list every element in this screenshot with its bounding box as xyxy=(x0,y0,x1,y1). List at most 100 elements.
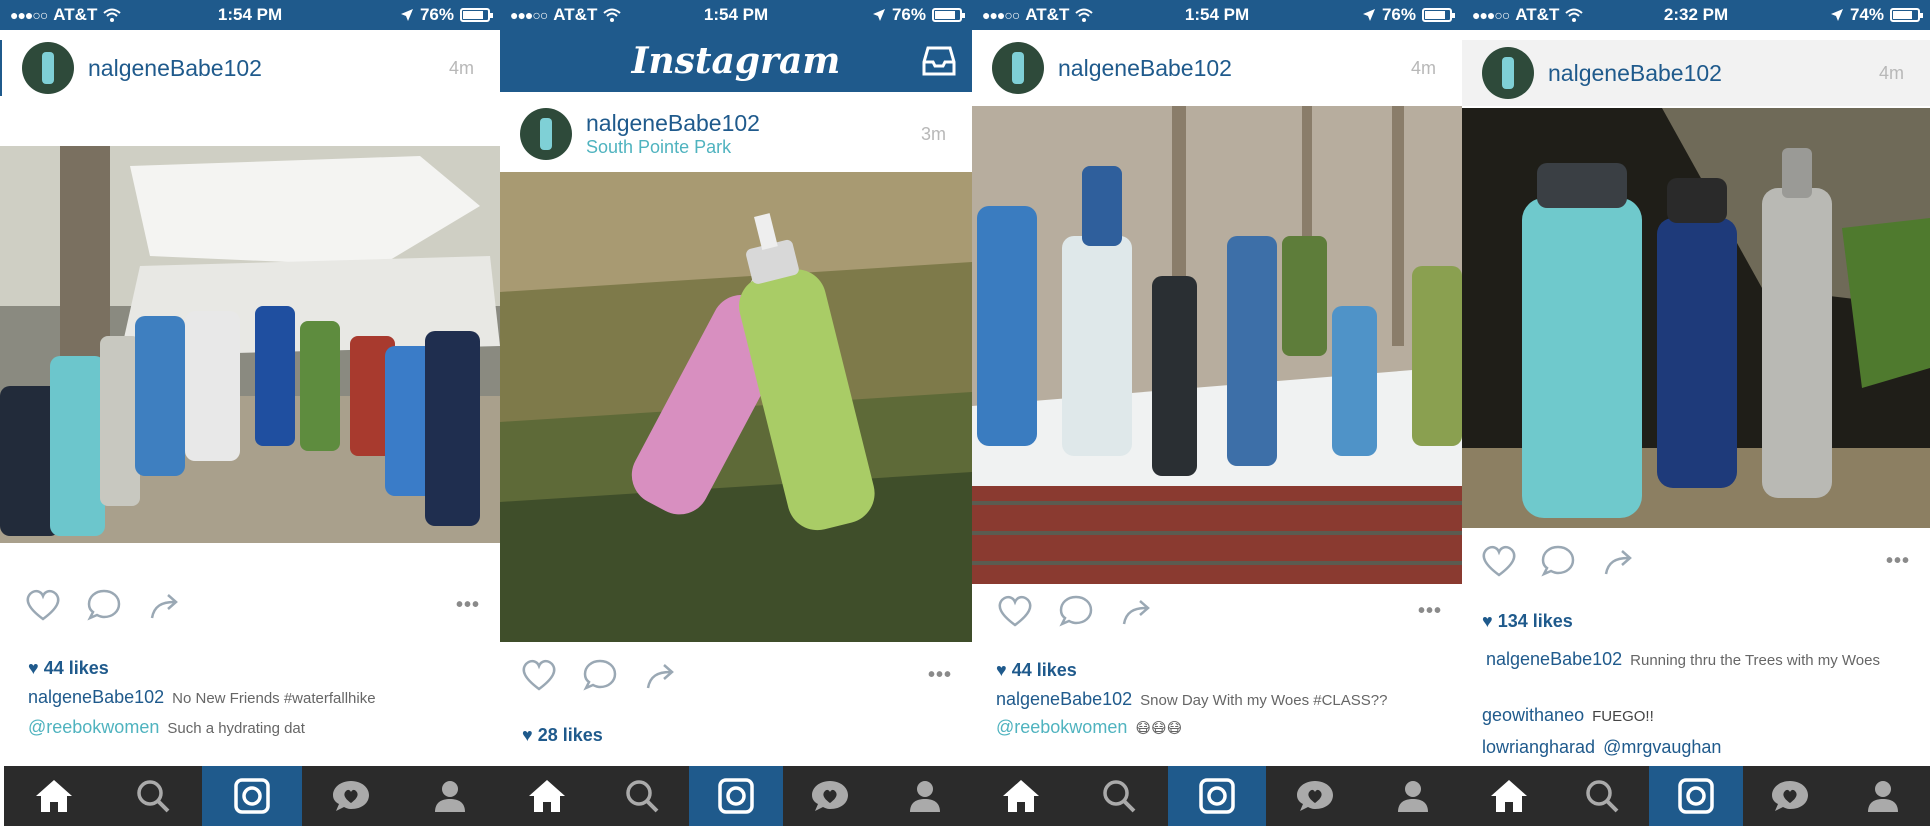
heart-icon[interactable] xyxy=(520,658,558,692)
post-username[interactable]: nalgeneBabe102 xyxy=(586,110,760,137)
signal-dots-icon: ●●●○○ xyxy=(1472,7,1510,23)
more-icon[interactable]: ••• xyxy=(1418,600,1442,623)
post-photo[interactable] xyxy=(500,172,972,642)
battery-percent: 76% xyxy=(1381,5,1416,24)
tab-search[interactable] xyxy=(594,766,688,826)
post-actions: ••• xyxy=(992,594,1442,630)
likes-count[interactable]: ♥ 134 likes xyxy=(1482,611,1573,632)
more-icon[interactable]: ••• xyxy=(456,594,480,617)
tab-activity[interactable] xyxy=(302,766,401,826)
comment-text: 😷😷😷 xyxy=(1135,720,1183,737)
status-bar: ●●●○○ AT&T 2:32 PM 74% xyxy=(1462,0,1930,30)
heart-icon[interactable] xyxy=(24,588,62,622)
heart-icon[interactable] xyxy=(996,594,1034,628)
battery-percent: 76% xyxy=(419,5,454,24)
tab-profile[interactable] xyxy=(1364,766,1462,826)
search-icon xyxy=(625,780,659,813)
wifi-icon xyxy=(103,8,122,22)
post-photo[interactable] xyxy=(0,146,500,543)
post-photo[interactable] xyxy=(972,106,1462,584)
heart-icon[interactable] xyxy=(1480,544,1518,578)
avatar[interactable] xyxy=(992,42,1044,94)
comment: geowithaneo FUEGO!! xyxy=(1482,704,1910,727)
signal-dots-icon: ●●●○○ xyxy=(982,7,1020,23)
comment-text[interactable]: @mrgvaughan xyxy=(1603,737,1721,757)
comment-icon[interactable] xyxy=(1540,544,1576,578)
post-username[interactable]: nalgeneBabe102 xyxy=(1548,60,1722,87)
activity-icon xyxy=(333,781,370,811)
tab-bar xyxy=(500,766,972,826)
status-bar: ●●●○○ AT&T 1:54 PM 76% xyxy=(0,0,500,30)
post-location[interactable]: South Pointe Park xyxy=(586,137,760,158)
home-icon xyxy=(529,780,566,812)
heart-small-icon: ♥ xyxy=(1482,611,1498,631)
carrier: AT&T xyxy=(553,5,598,24)
likes-count[interactable]: ♥ 28 likes xyxy=(522,725,603,746)
avatar[interactable] xyxy=(22,42,74,94)
post-time-ago: 4m xyxy=(1410,57,1436,78)
share-icon[interactable] xyxy=(1120,594,1156,628)
tab-profile[interactable] xyxy=(878,766,972,826)
comment: @reebokwomen Such a hydrating dat xyxy=(28,716,480,739)
share-icon[interactable] xyxy=(1602,544,1638,578)
caption-username[interactable]: nalgeneBabe102 xyxy=(1486,649,1622,669)
more-icon[interactable]: ••• xyxy=(928,664,952,687)
avatar[interactable] xyxy=(1482,47,1534,99)
tab-camera[interactable] xyxy=(1168,766,1266,826)
tab-activity[interactable] xyxy=(783,766,877,826)
tab-profile[interactable] xyxy=(1836,766,1930,826)
comment-username[interactable]: geowithaneo xyxy=(1482,705,1584,725)
tab-home[interactable] xyxy=(4,766,103,826)
caption-text: Snow Day With my Woes #CLASS?? xyxy=(1140,692,1388,709)
tab-camera[interactable] xyxy=(688,766,784,826)
comment-text: FUEGO!! xyxy=(1592,708,1654,725)
screen-4: ●●●○○ AT&T 2:32 PM 74% nalgeneBabe102 4m … xyxy=(1462,0,1930,830)
share-icon[interactable] xyxy=(644,658,680,692)
profile-icon xyxy=(1398,781,1428,812)
share-icon[interactable] xyxy=(148,588,184,622)
comment-icon[interactable] xyxy=(582,658,618,692)
tab-home[interactable] xyxy=(500,766,594,826)
search-icon xyxy=(1103,780,1136,813)
inbox-icon[interactable] xyxy=(922,46,956,76)
status-bar: ●●●○○ AT&T 1:54 PM 76% xyxy=(500,0,972,30)
likes-text: 44 likes xyxy=(1011,660,1077,680)
caption: nalgeneBabe102 Running thru the Trees wit… xyxy=(1486,648,1910,671)
post-actions: ••• xyxy=(1482,544,1910,580)
likes-count[interactable]: ♥ 44 likes xyxy=(28,658,109,679)
tab-profile[interactable] xyxy=(401,766,500,826)
avatar[interactable] xyxy=(520,108,572,160)
status-time: 1:54 PM xyxy=(1184,5,1250,24)
tab-search[interactable] xyxy=(103,766,202,826)
post-time-ago: 4m xyxy=(448,57,474,78)
post-username[interactable]: nalgeneBabe102 xyxy=(88,55,262,82)
tab-home[interactable] xyxy=(1462,766,1556,826)
location-arrow-icon xyxy=(400,9,413,21)
tab-home[interactable] xyxy=(972,766,1070,826)
comment-username[interactable]: lowriangharad xyxy=(1482,737,1595,757)
comment-username[interactable]: @reebokwomen xyxy=(996,717,1127,737)
comment-icon[interactable] xyxy=(86,588,122,622)
tab-activity[interactable] xyxy=(1266,766,1364,826)
comment-username[interactable]: @reebokwomen xyxy=(28,717,159,737)
caption-username[interactable]: nalgeneBabe102 xyxy=(28,687,164,707)
tab-bar xyxy=(1462,766,1930,826)
likes-count[interactable]: ♥ 44 likes xyxy=(996,660,1077,681)
post-username[interactable]: nalgeneBabe102 xyxy=(1058,55,1232,82)
signal-dots-icon: ●●●○○ xyxy=(10,7,48,23)
post-photo[interactable] xyxy=(1462,108,1930,528)
tab-camera[interactable] xyxy=(202,766,302,826)
profile-icon xyxy=(435,781,466,812)
caption-username[interactable]: nalgeneBabe102 xyxy=(996,689,1132,709)
tab-bar xyxy=(972,766,1462,826)
heart-small-icon: ♥ xyxy=(28,658,44,678)
post-time-ago: 4m xyxy=(1878,62,1904,83)
comment-icon[interactable] xyxy=(1058,594,1094,628)
more-icon[interactable]: ••• xyxy=(1886,550,1910,573)
tab-search[interactable] xyxy=(1070,766,1168,826)
tab-search[interactable] xyxy=(1556,766,1650,826)
carrier: AT&T xyxy=(1025,5,1070,24)
heart-small-icon: ♥ xyxy=(996,660,1012,680)
tab-camera[interactable] xyxy=(1649,766,1743,826)
tab-activity[interactable] xyxy=(1743,766,1837,826)
